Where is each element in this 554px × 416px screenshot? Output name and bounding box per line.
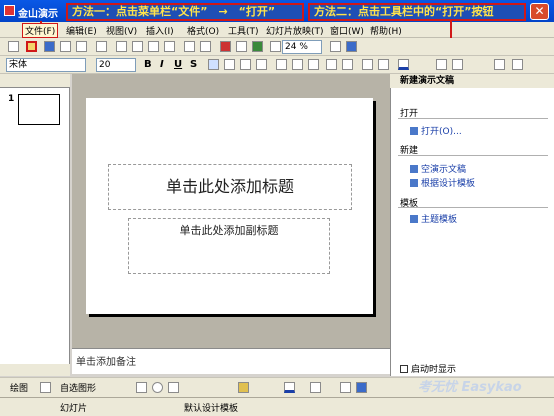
notes-pane[interactable]: 单击添加备注 bbox=[72, 348, 390, 374]
autoshapes-menu[interactable]: 自选图形 bbox=[60, 381, 96, 394]
textbox-icon[interactable] bbox=[168, 382, 179, 393]
preview-icon[interactable] bbox=[76, 41, 87, 52]
cut-icon[interactable] bbox=[116, 41, 127, 52]
menu-insert[interactable]: 插入(I) bbox=[146, 24, 174, 37]
align-right-icon[interactable] bbox=[240, 59, 251, 70]
watermark: 考无忧 Easykao bbox=[418, 380, 522, 395]
panel-tabs[interactable] bbox=[0, 74, 70, 88]
menu-help[interactable]: 帮助(H) bbox=[370, 24, 402, 37]
divider bbox=[398, 118, 548, 119]
line-spacing-icon[interactable] bbox=[378, 59, 389, 70]
spellcheck-icon[interactable] bbox=[96, 41, 107, 52]
subtitle-placeholder[interactable]: 单击此处添加副标题 bbox=[128, 218, 330, 274]
table-icon[interactable] bbox=[236, 41, 247, 52]
oval-icon[interactable] bbox=[152, 382, 163, 393]
increase-font-icon[interactable] bbox=[326, 59, 337, 70]
design-icon[interactable] bbox=[436, 59, 447, 70]
select-icon[interactable] bbox=[40, 382, 51, 393]
slide-number: 1 bbox=[8, 94, 15, 104]
app-icon bbox=[4, 5, 15, 16]
format-painter-icon[interactable] bbox=[164, 41, 175, 52]
task-pane bbox=[390, 74, 554, 376]
line-style-icon[interactable] bbox=[310, 382, 321, 393]
new-slide-icon[interactable] bbox=[452, 59, 463, 70]
italic-button[interactable]: I bbox=[160, 59, 164, 70]
status-slide: 幻灯片 bbox=[60, 404, 88, 414]
redo-icon[interactable] bbox=[200, 41, 211, 52]
menu-edit[interactable]: 编辑(E) bbox=[66, 24, 97, 37]
text-color-icon[interactable] bbox=[284, 382, 295, 393]
startup-checkbox[interactable]: 启动时显示 bbox=[400, 362, 456, 375]
justify-icon[interactable] bbox=[256, 59, 267, 70]
status-bar: 幻灯片 默认设计模板 bbox=[0, 397, 554, 416]
zoom-select[interactable]: 24 % bbox=[282, 40, 322, 54]
numbering-icon[interactable] bbox=[276, 59, 287, 70]
slide[interactable]: 单击此处添加标题 单击此处添加副标题 bbox=[86, 98, 373, 314]
align-left-icon[interactable] bbox=[208, 59, 219, 70]
rectangle-icon[interactable] bbox=[136, 382, 147, 393]
decrease-font-icon[interactable] bbox=[342, 59, 353, 70]
fill-color-icon[interactable] bbox=[238, 382, 249, 393]
indent-icon[interactable] bbox=[308, 59, 319, 70]
bold-button[interactable]: B bbox=[144, 59, 152, 70]
grid-icon[interactable] bbox=[270, 41, 281, 52]
open-icon[interactable] bbox=[26, 41, 37, 52]
theme-templates-link[interactable]: 主题模板 bbox=[410, 212, 457, 225]
help-icon[interactable] bbox=[346, 41, 357, 52]
close-button[interactable]: ✕ bbox=[530, 3, 549, 20]
save-icon[interactable] bbox=[44, 41, 55, 52]
new-blank-link[interactable]: 空演示文稿 bbox=[410, 162, 466, 175]
shadow-button[interactable]: S bbox=[190, 59, 197, 70]
bullets-icon[interactable] bbox=[292, 59, 303, 70]
slideshow-icon[interactable] bbox=[512, 59, 523, 70]
shadow-icon[interactable] bbox=[340, 382, 351, 393]
divider bbox=[398, 207, 548, 208]
undo-icon[interactable] bbox=[184, 41, 195, 52]
3d-icon[interactable] bbox=[356, 382, 367, 393]
print-icon[interactable] bbox=[60, 41, 71, 52]
title-placeholder[interactable]: 单击此处添加标题 bbox=[108, 164, 352, 210]
status-template: 默认设计模板 bbox=[184, 404, 239, 414]
menu-tools[interactable]: 工具(T) bbox=[228, 24, 259, 37]
menu-window[interactable]: 窗口(W) bbox=[330, 24, 364, 37]
app-title: 金山演示 bbox=[18, 9, 58, 20]
font-select[interactable]: 宋体 bbox=[6, 58, 86, 72]
find-icon[interactable] bbox=[330, 41, 341, 52]
slide-thumbnail[interactable] bbox=[18, 94, 60, 125]
draw-menu[interactable]: 绘图 bbox=[10, 381, 28, 394]
task-pane-header: 新建演示文稿 bbox=[390, 74, 554, 88]
menu-file[interactable]: 文件(F) bbox=[22, 23, 59, 38]
new-icon[interactable] bbox=[8, 41, 19, 52]
picture-icon[interactable] bbox=[252, 41, 263, 52]
checkbox-icon[interactable] bbox=[400, 365, 408, 373]
startup-label: 启动时显示 bbox=[411, 365, 457, 375]
divider bbox=[398, 155, 548, 156]
open-link[interactable]: 打开(O)... bbox=[410, 124, 462, 137]
copy-icon[interactable] bbox=[132, 41, 143, 52]
align-center-icon[interactable] bbox=[224, 59, 235, 70]
standard-toolbar: 24 % bbox=[0, 38, 554, 56]
menu-bar: 文件(F) 编辑(E) 视图(V) 插入(I) 格式(O) 工具(T) 幻灯片放… bbox=[0, 22, 554, 38]
format-toolbar: 宋体 20 B I U S bbox=[0, 56, 554, 74]
font-size-select[interactable]: 20 bbox=[96, 58, 136, 72]
spacing-icon[interactable] bbox=[362, 59, 373, 70]
new-from-template-link[interactable]: 根据设计模板 bbox=[410, 176, 475, 189]
menu-format[interactable]: 格式(O) bbox=[187, 24, 219, 37]
callout-line bbox=[40, 21, 42, 24]
font-color-icon[interactable] bbox=[398, 59, 409, 70]
view-buttons[interactable] bbox=[0, 364, 70, 376]
chart-icon[interactable] bbox=[220, 41, 231, 52]
underline-button[interactable]: U bbox=[174, 59, 182, 70]
menu-view[interactable]: 视图(V) bbox=[106, 24, 137, 37]
taskpane-icon[interactable] bbox=[494, 59, 505, 70]
paste-icon[interactable] bbox=[148, 41, 159, 52]
callout-method-1: 方法一：点击菜单栏“文件” → “打开” bbox=[66, 3, 304, 21]
menu-slideshow[interactable]: 幻灯片放映(T) bbox=[266, 24, 324, 37]
callout-method-2: 方法二：点击工具栏中的“打开”按钮 bbox=[308, 3, 526, 21]
